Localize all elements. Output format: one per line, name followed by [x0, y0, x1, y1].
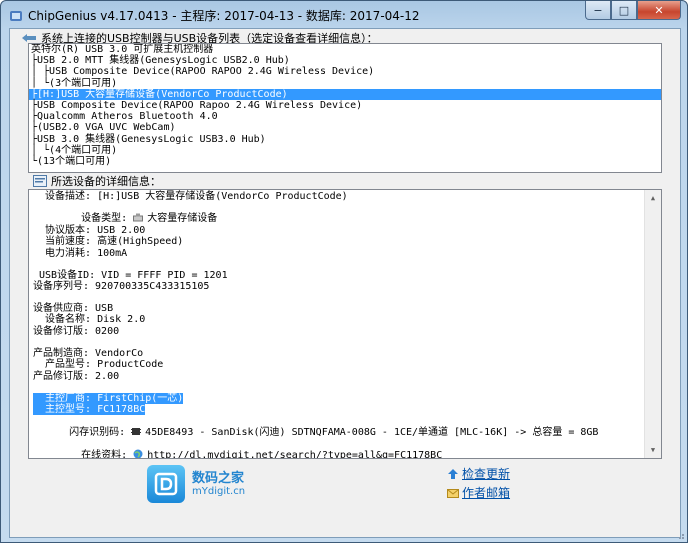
detail-vendor: 设备供应商: USB — [33, 303, 114, 314]
storage-icon — [133, 213, 144, 222]
update-icon — [448, 468, 458, 479]
title-bar[interactable]: ChipGenius v4.17.0413 - 主程序: 2017-04-13 … — [1, 1, 687, 31]
detail-device-revision: 设备修订版: 0200 — [33, 326, 120, 337]
author-email-link[interactable]: 作者邮箱 — [447, 484, 510, 501]
detail-protocol: 协议版本: USB 2.00 — [33, 225, 146, 236]
app-window: ChipGenius v4.17.0413 - 主程序: 2017-04-13 … — [0, 0, 688, 543]
author-email-label: 作者邮箱 — [462, 486, 511, 500]
detail-manufacturer: 产品制造商: VendorCo — [33, 348, 144, 359]
detail-online-link[interactable]: http://dl.mydigit.net/search/?type=all&q… — [147, 450, 442, 458]
detail-product-model: 产品型号: ProductCode — [33, 359, 164, 370]
detail-flash-label: 闪存识别码: — [69, 427, 132, 438]
logo-text-cn: 数码之家 — [192, 471, 245, 486]
detail-device-name: 设备名称: Disk 2.0 — [33, 314, 146, 325]
globe-icon — [133, 449, 143, 458]
detail-online-info: 在线资料: http://dl.mydigit.net/search/?type… — [33, 438, 442, 458]
device-list-item[interactable]: └(13个端口可用) — [29, 156, 661, 167]
detail-usb-id: USB设备ID: VID = FFFF PID = 1201 — [33, 270, 228, 281]
device-list-item[interactable]: ├USB 3.0 集线器(GenesysLogic USB3.0 Hub) — [29, 134, 661, 145]
close-button[interactable]: ✕ — [637, 1, 681, 20]
scroll-down-icon[interactable]: ▼ — [645, 442, 661, 458]
window-title: ChipGenius v4.17.0413 - 主程序: 2017-04-13 … — [28, 9, 420, 23]
minimize-icon: − — [593, 3, 603, 17]
details-icon — [33, 175, 47, 187]
device-list-item[interactable]: │ ├USB Composite Device(RAPOO RAPOO 2.4G… — [29, 66, 661, 77]
check-update-link[interactable]: 检查更新 — [447, 465, 510, 482]
detail-serial: 设备序列号: 920700335C433315105 — [33, 281, 210, 292]
detail-controller-vendor[interactable]: 主控厂商: FirstChip(一芯) — [33, 393, 184, 404]
device-list-item[interactable]: │ └(4个端口可用) — [29, 145, 661, 156]
detail-type-value: 大容量存储设备 — [147, 213, 218, 224]
detail-flash-value: 45DE8493 - SanDisk(闪迪) SDTNQFAMA-008G - … — [145, 427, 599, 438]
resize-grip-icon[interactable] — [675, 530, 685, 540]
chip-icon — [131, 428, 142, 435]
detail-speed: 当前速度: 高速(HighSpeed) — [33, 236, 184, 247]
details-scrollbar[interactable]: ▲ ▼ — [644, 190, 661, 458]
detail-controller-model[interactable]: 主控型号: FC1178BC — [33, 404, 146, 415]
details-title: 所选设备的详细信息： — [51, 175, 161, 188]
device-list-item[interactable]: ├USB Composite Device(RAPOO Rapoo 2.4G W… — [29, 100, 661, 111]
email-icon — [447, 488, 459, 498]
device-list-item[interactable]: 英特尔(R) USB 3.0 可扩展主机控制器 — [29, 44, 661, 55]
maximize-button[interactable]: □ — [611, 1, 637, 20]
logo-text-en: mYdigit.cn — [192, 486, 246, 497]
detail-type: 设备类型: 大容量存储设备 — [33, 202, 217, 224]
detail-power: 电力消耗: 100mA — [33, 248, 128, 259]
scroll-up-icon[interactable]: ▲ — [645, 190, 661, 206]
check-update-label: 检查更新 — [462, 467, 511, 481]
mydigit-logo[interactable] — [147, 465, 185, 503]
device-list-item[interactable]: ├USB 2.0 MTT 集线器(GenesysLogic USB2.0 Hub… — [29, 55, 661, 66]
device-list-item[interactable]: ├Qualcomm Atheros Bluetooth 4.0 — [29, 111, 661, 122]
device-list-item[interactable]: ├(USB2.0 VGA UVC WebCam) — [29, 122, 661, 133]
app-icon — [10, 11, 22, 21]
minimize-button[interactable]: − — [585, 1, 611, 20]
detail-product-revision: 产品修订版: 2.00 — [33, 371, 120, 382]
device-list[interactable]: 英特尔(R) USB 3.0 可扩展主机控制器 ├USB 2.0 MTT 集线器… — [28, 43, 662, 173]
detail-type-label: 设备类型: — [69, 213, 134, 224]
details-panel[interactable]: 设备描述: [H:]USB 大容量存储设备(VendorCo ProductCo… — [28, 189, 662, 459]
detail-description: 设备描述: [H:]USB 大容量存储设备(VendorCo ProductCo… — [33, 191, 348, 202]
detail-flash-id: 闪存识别码: 45DE8493 - SanDisk(闪迪) SDTNQFAMA-… — [33, 416, 598, 438]
close-icon: ✕ — [654, 3, 664, 17]
device-list-item-selected[interactable]: ├[H:]USB 大容量存储设备(VendorCo ProductCode) — [29, 88, 661, 100]
device-list-item[interactable]: │ └(3个端口可用) — [29, 78, 661, 89]
footer: 数码之家 mYdigit.cn 检查更新 作者邮箱 — [9, 461, 679, 509]
maximize-icon: □ — [618, 3, 630, 17]
detail-online-label: 在线资料: — [69, 450, 134, 459]
mydigit-logo-icon — [154, 472, 178, 496]
details-header: 所选设备的详细信息： — [33, 174, 161, 188]
